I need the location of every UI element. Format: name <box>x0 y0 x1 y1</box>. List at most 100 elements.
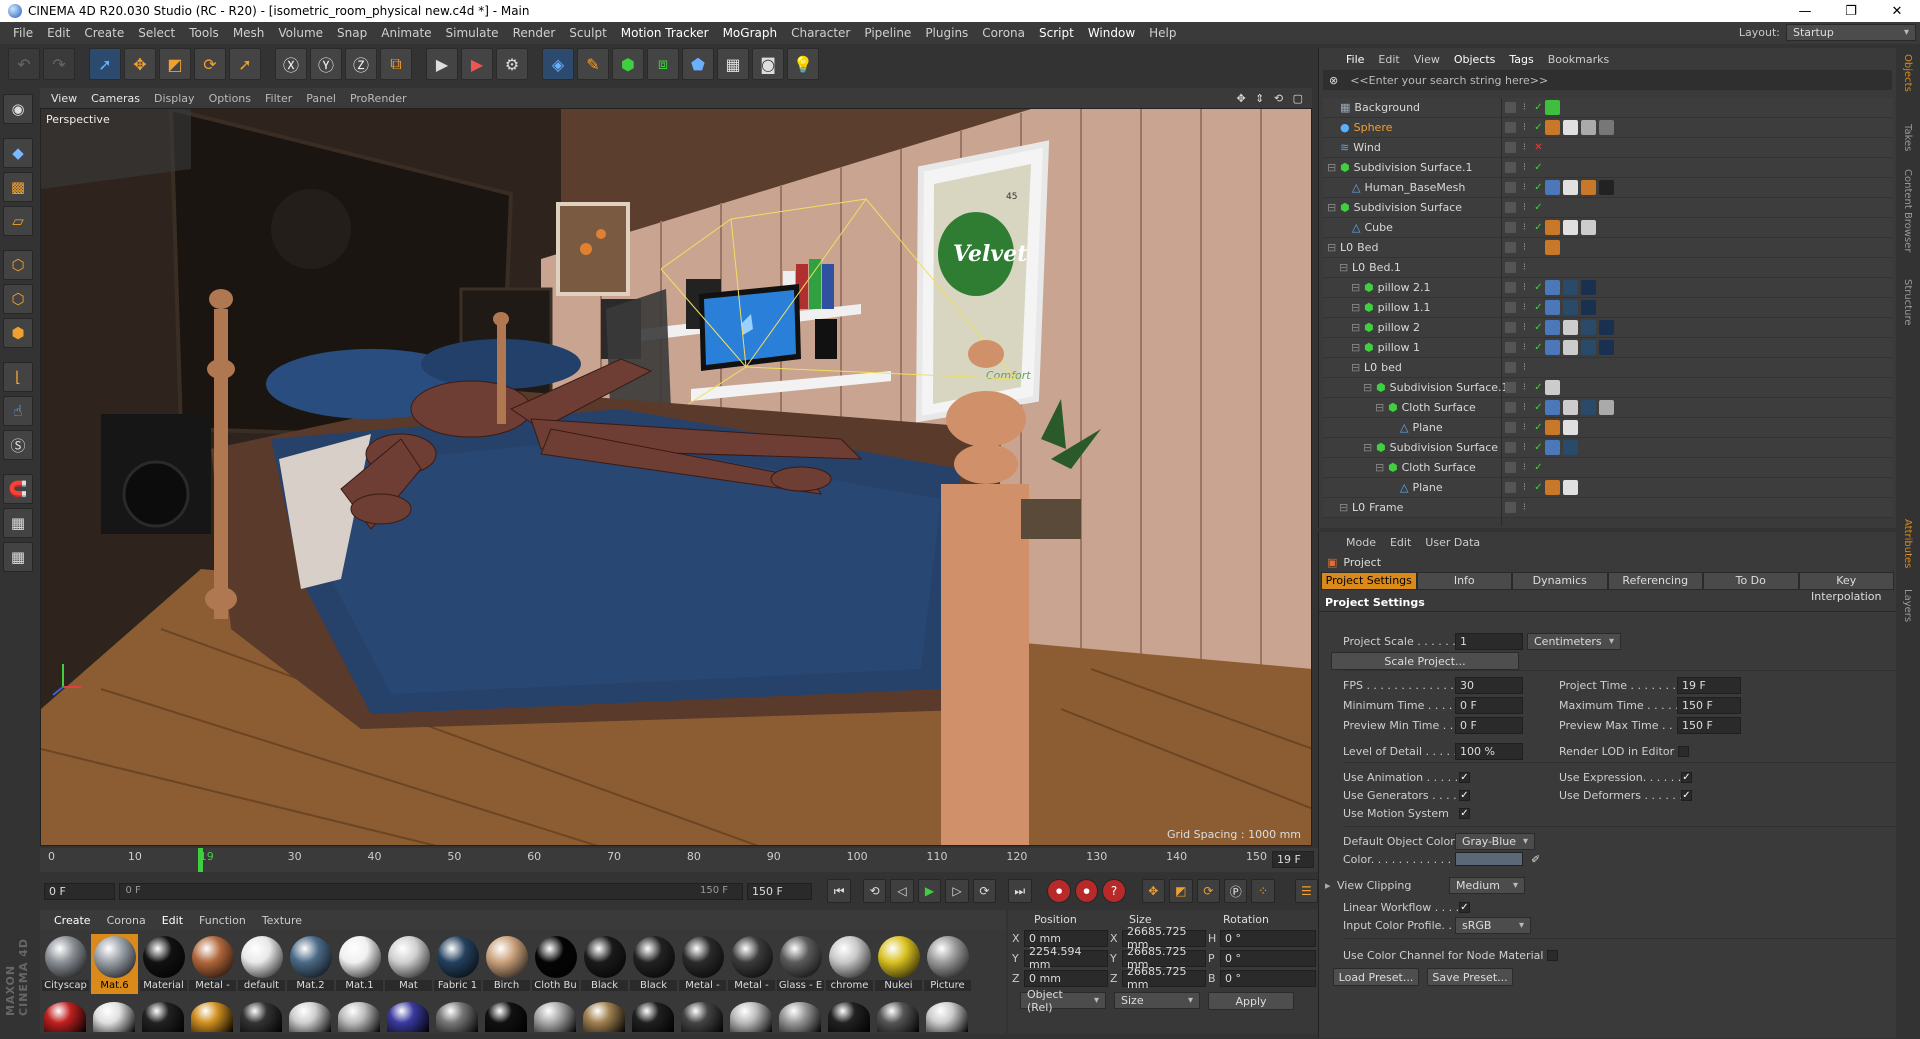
start-frame-field[interactable]: 0 F <box>44 882 115 900</box>
visibility-toggles[interactable]: ⁝ ✓ <box>1505 422 1544 433</box>
render-settings-icon[interactable]: ⚙ <box>496 48 528 80</box>
expand-toggle-icon[interactable]: ⊟ <box>1339 261 1348 274</box>
material-swatch[interactable]: Mat <box>385 934 432 994</box>
material-swatch[interactable]: Metal - <box>189 934 236 994</box>
material-tag-icon[interactable] <box>1563 480 1578 495</box>
rotation-input[interactable]: 0 ° <box>1220 969 1316 987</box>
keyframe-selection-icon[interactable]: ? <box>1102 879 1126 903</box>
subdivision-surface-icon[interactable]: ⬢ <box>612 48 644 80</box>
enable-check-icon[interactable]: ✓ <box>1533 422 1544 433</box>
enable-check-icon[interactable]: ✓ <box>1533 322 1544 333</box>
layer-icon[interactable] <box>1505 362 1516 373</box>
record-parameter-icon[interactable]: Ⓟ <box>1223 879 1248 903</box>
visibility-dots-icon[interactable]: ⁝ <box>1519 382 1530 393</box>
visibility-dots-icon[interactable]: ⁝ <box>1519 402 1530 413</box>
material-preview-sphere[interactable] <box>926 1002 968 1032</box>
layer-icon[interactable] <box>1505 122 1516 133</box>
material-tag-icon[interactable] <box>1545 300 1560 315</box>
material-swatch[interactable]: default <box>238 934 285 994</box>
visibility-toggles[interactable]: ⁝ ✓ <box>1505 202 1544 213</box>
visibility-dots-icon[interactable]: ⁝ <box>1519 222 1530 233</box>
layer-icon[interactable] <box>1505 182 1516 193</box>
object-row[interactable]: ▦ Background ⁝ ✓ <box>1323 98 1893 118</box>
go-to-end-icon[interactable]: ⏭ <box>1008 879 1032 903</box>
material-swatch[interactable]: Birch <box>483 934 530 994</box>
viewport-menu-filter[interactable]: Filter <box>258 92 299 105</box>
points-mode-icon[interactable]: ⬡ <box>3 250 33 280</box>
recent-tools-icon[interactable]: ➚ <box>229 48 261 80</box>
undo-icon[interactable]: ↶ <box>8 48 40 80</box>
visibility-dots-icon[interactable]: ⁝ <box>1519 202 1530 213</box>
material-tag-icon[interactable] <box>1581 300 1596 315</box>
material-tag-icon[interactable] <box>1563 400 1578 415</box>
expand-toggle-icon[interactable]: ⊟ <box>1375 461 1384 474</box>
am-menu-edit[interactable]: Edit <box>1383 536 1418 549</box>
enable-check-icon[interactable]: ✓ <box>1533 482 1544 493</box>
material-tag-icon[interactable] <box>1563 280 1578 295</box>
viewport-menu-cameras[interactable]: Cameras <box>84 92 147 105</box>
render-lod-checkbox[interactable] <box>1678 745 1690 757</box>
pen-spline-icon[interactable]: ✎ <box>577 48 609 80</box>
object-search-input[interactable]: <<Enter your search string here>> <box>1350 74 1548 87</box>
object-row[interactable]: ⊟ ⬢ pillow 2 ⁝ ✓ <box>1323 318 1893 338</box>
expand-toggle-icon[interactable]: ⊟ <box>1327 241 1336 254</box>
move-icon[interactable]: ✥ <box>124 48 156 80</box>
light-icon[interactable]: 💡 <box>787 48 819 80</box>
color-channel-checkbox[interactable] <box>1547 949 1559 961</box>
expand-toggle-icon[interactable]: ⊟ <box>1339 501 1348 514</box>
om-menu-objects[interactable]: Objects <box>1447 53 1503 66</box>
object-row[interactable]: ⊟ ⬢ Subdivision Surface.1 ⁝ ✓ <box>1323 378 1893 398</box>
material-tag-icon[interactable] <box>1581 340 1596 355</box>
menu-select[interactable]: Select <box>131 26 182 40</box>
enable-check-icon[interactable]: ✓ <box>1533 402 1544 413</box>
menu-mograph[interactable]: MoGraph <box>716 26 785 40</box>
visibility-dots-icon[interactable]: ⁝ <box>1519 362 1530 373</box>
material-preview-sphere[interactable] <box>730 1002 772 1032</box>
menu-mesh[interactable]: Mesh <box>226 26 272 40</box>
material-preview-sphere[interactable] <box>828 1002 870 1032</box>
save-preset-button[interactable]: Save Preset... <box>1427 968 1513 986</box>
material-tag-icon[interactable] <box>1545 120 1560 135</box>
material-preview-sphere[interactable] <box>93 1002 135 1032</box>
next-frame-icon[interactable]: ▷ <box>945 879 969 903</box>
expand-toggle-icon[interactable]: ⊟ <box>1351 281 1360 294</box>
clear-search-icon[interactable]: ⊗ <box>1329 74 1338 87</box>
material-tag-icon[interactable] <box>1545 440 1560 455</box>
material-swatch[interactable]: Metal - <box>679 934 726 994</box>
cube-object-icon[interactable]: ◈ <box>542 48 574 80</box>
position-input[interactable]: 0 mm <box>1024 969 1108 987</box>
enable-check-icon[interactable]: ✓ <box>1533 382 1544 393</box>
object-row[interactable]: ⊟ ⬢ Cloth Surface ⁝ ✓ <box>1323 458 1893 478</box>
visibility-dots-icon[interactable]: ⁝ <box>1519 122 1530 133</box>
material-tag-icon[interactable] <box>1563 340 1578 355</box>
material-swatch[interactable]: Mat.1 <box>336 934 383 994</box>
tab-to-do[interactable]: To Do <box>1703 572 1799 590</box>
object-row[interactable]: △ Plane ⁝ ✓ <box>1323 478 1893 498</box>
material-menu-create[interactable]: Create <box>46 914 99 927</box>
record-scale-icon[interactable]: ◩ <box>1169 879 1193 903</box>
menu-plugins[interactable]: Plugins <box>918 26 975 40</box>
menu-edit[interactable]: Edit <box>40 26 77 40</box>
om-menu-edit[interactable]: Edit <box>1371 53 1406 66</box>
layer-icon[interactable] <box>1505 222 1516 233</box>
object-row[interactable]: △ Human_BaseMesh ⁝ ✓ <box>1323 178 1893 198</box>
floor-icon[interactable]: ▦ <box>717 48 749 80</box>
visibility-dots-icon[interactable]: ⁝ <box>1519 422 1530 433</box>
preview-min-time-input[interactable]: 0 F <box>1455 716 1523 734</box>
coordinate-mode-dropdown[interactable]: Object (Rel) <box>1020 988 1106 1014</box>
tweak-mode-icon[interactable]: ☝ <box>3 396 33 426</box>
use-animation-checkbox[interactable]: ✓ <box>1459 771 1470 783</box>
visibility-dots-icon[interactable]: ⁝ <box>1519 442 1530 453</box>
live-selection-icon[interactable]: ➚ <box>89 48 121 80</box>
material-menu-corona[interactable]: Corona <box>99 914 154 927</box>
expand-toggle-icon[interactable]: ⊟ <box>1351 361 1360 374</box>
visibility-toggles[interactable]: ⁝ ✓ <box>1505 102 1544 113</box>
material-preview-sphere[interactable] <box>583 1002 625 1032</box>
enable-check-icon[interactable]: ✓ <box>1533 162 1544 173</box>
side-tab-objects[interactable]: Objects <box>1898 48 1917 118</box>
x-axis-lock-icon[interactable]: Ⓧ <box>275 48 307 80</box>
menu-help[interactable]: Help <box>1142 26 1183 40</box>
object-search-bar[interactable]: ⊗ <<Enter your search string here>> <box>1323 70 1892 90</box>
end-frame-field[interactable]: 150 F <box>747 882 812 900</box>
material-swatch[interactable]: Metal - <box>728 934 775 994</box>
